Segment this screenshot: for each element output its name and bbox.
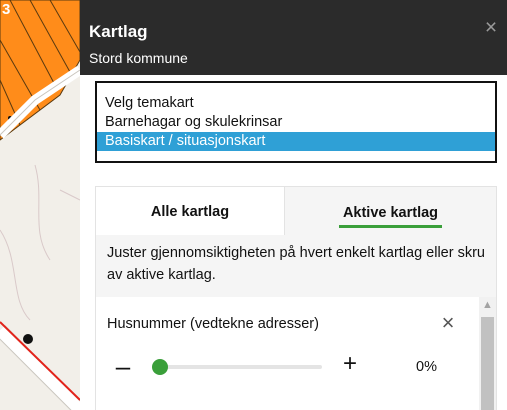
active-layer-list: Husnummer (vedtekne adresser) × – + 0% ▲ [96, 297, 496, 410]
opacity-slider[interactable] [152, 359, 322, 375]
opacity-value: 0% [416, 359, 437, 375]
theme-option-base-map[interactable]: Basiskart / situasjonskart [97, 132, 495, 151]
layer-item: Husnummer (vedtekne adresser) × – + 0% [96, 297, 464, 410]
close-icon[interactable]: × [482, 17, 500, 38]
scroll-up-arrow-icon[interactable]: ▲ [479, 297, 496, 314]
map-address-point[interactable] [23, 334, 33, 344]
tab-active-layers-label: Aktive kartlag [338, 203, 443, 228]
theme-option-kindergartens-schools[interactable]: Barnehagar og skulekrinsar [97, 113, 495, 132]
layer-panel: Kartlag Stord kommune × Velg temakart Ba… [80, 0, 507, 410]
theme-map-select[interactable]: Velg temakart Barnehagar og skulekrinsar… [95, 81, 497, 163]
opacity-decrease-button[interactable]: – [113, 353, 133, 379]
opacity-increase-button[interactable]: + [340, 352, 360, 376]
opacity-slider-thumb[interactable] [152, 359, 168, 375]
tab-all-layers[interactable]: Alle kartlag [96, 187, 284, 235]
layer-list-scrollbar[interactable]: ▲ [479, 297, 496, 410]
layer-name: Husnummer (vedtekne adresser) [107, 316, 319, 332]
scrollbar-thumb[interactable] [481, 317, 494, 410]
panel-title: Kartlag [89, 22, 148, 41]
tab-active-layers[interactable]: Aktive kartlag [284, 187, 496, 235]
remove-layer-close-icon[interactable]: × [439, 312, 457, 334]
panel-subtitle: Stord kommune [89, 50, 188, 66]
map-parcel-number: 3 [2, 1, 10, 18]
theme-option-choose[interactable]: Velg temakart [97, 94, 495, 113]
layers-box: Alle kartlag Aktive kartlag Juster gjenn… [95, 186, 497, 410]
active-layers-info: Juster gjennomsiktigheten på hvert enkel… [96, 235, 496, 297]
layer-tabs: Alle kartlag Aktive kartlag [96, 187, 496, 235]
opacity-slider-track [152, 365, 322, 369]
panel-header: Kartlag Stord kommune × [80, 0, 507, 75]
